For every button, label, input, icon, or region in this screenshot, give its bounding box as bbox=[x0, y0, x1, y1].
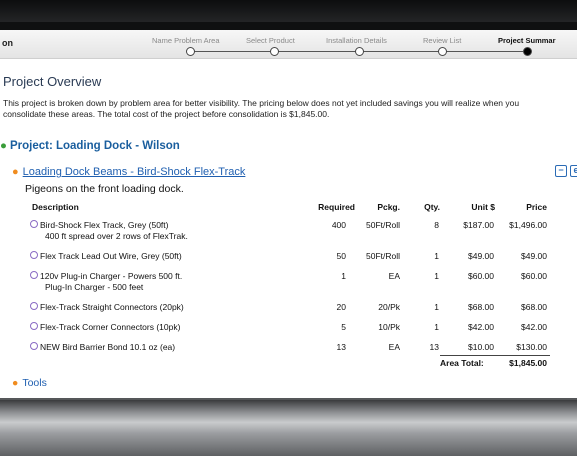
step-review-list[interactable]: Review List bbox=[423, 36, 461, 45]
radio-icon bbox=[30, 322, 38, 330]
cell-required: 20 bbox=[336, 302, 346, 312]
step-marker-4 bbox=[438, 47, 447, 56]
intro-paragraph: This project is broken down by problem a… bbox=[3, 98, 520, 119]
laptop-base bbox=[0, 400, 577, 456]
wizard-progress-bar: on Name Problem Area Select Product Inst… bbox=[0, 30, 577, 59]
laptop-screen: on Name Problem Area Select Product Inst… bbox=[0, 30, 577, 400]
cell-unit: $187.00 bbox=[463, 220, 494, 230]
cell-pckg: EA bbox=[388, 342, 400, 352]
problem-area-link[interactable]: Loading Dock Beams - Bird-Shock Flex-Tra… bbox=[23, 166, 246, 178]
radio-icon bbox=[30, 220, 38, 228]
cell-unit: $60.00 bbox=[468, 271, 494, 281]
cell-unit: $49.00 bbox=[468, 251, 494, 261]
step-marker-3 bbox=[355, 47, 364, 56]
table-row-description[interactable]: Flex Track Lead Out Wire, Grey (50ft) bbox=[30, 251, 182, 261]
brand-text: on bbox=[2, 38, 13, 48]
cell-unit: $68.00 bbox=[468, 302, 494, 312]
cell-pckg: EA bbox=[388, 271, 400, 281]
step-marker-2 bbox=[270, 47, 279, 56]
table-row-description[interactable]: Flex-Track Straight Connectors (20pk) bbox=[30, 302, 184, 312]
cell-required: 1 bbox=[341, 271, 346, 281]
cell-price: $68.00 bbox=[521, 302, 547, 312]
tools-item[interactable]: ● Tools bbox=[12, 377, 47, 389]
radio-icon bbox=[30, 302, 38, 310]
table-row-description[interactable]: NEW Bird Barrier Bond 10.1 oz (ea) bbox=[30, 342, 175, 352]
cell-qty: 13 bbox=[429, 342, 439, 352]
radio-icon bbox=[30, 251, 38, 259]
cell-qty: 1 bbox=[434, 322, 439, 332]
row-detail: Plug-In Charger - 500 feet bbox=[45, 282, 144, 292]
row-detail: 400 ft spread over 2 rows of FlexTrak. bbox=[45, 231, 188, 241]
cell-unit: $42.00 bbox=[468, 322, 494, 332]
edit-icon[interactable]: e bbox=[570, 165, 577, 177]
cell-unit: $10.00 bbox=[468, 342, 494, 352]
area-note: Pigeons on the front loading dock. bbox=[25, 183, 184, 195]
cell-qty: 1 bbox=[434, 302, 439, 312]
radio-icon bbox=[30, 271, 38, 279]
cell-qty: 8 bbox=[434, 220, 439, 230]
cell-required: 5 bbox=[341, 322, 346, 332]
cell-required: 13 bbox=[336, 342, 346, 352]
col-header-unit: Unit $ bbox=[471, 202, 495, 212]
project-title: Project: Loading Dock - Wilson bbox=[9, 140, 180, 152]
area-total-value: $1,845.00 bbox=[509, 358, 547, 368]
green-bullet-icon: ● bbox=[0, 140, 7, 152]
col-header-price: Price bbox=[526, 202, 547, 212]
cell-qty: 1 bbox=[434, 271, 439, 281]
cell-pckg: 20/Pk bbox=[378, 302, 400, 312]
step-installation-details[interactable]: Installation Details bbox=[326, 36, 387, 45]
cell-price: $1,496.00 bbox=[509, 220, 547, 230]
orange-bullet-icon: ● bbox=[12, 377, 19, 389]
col-header-required: Required bbox=[318, 202, 355, 212]
cell-pckg: 50Ft/Roll bbox=[365, 220, 400, 230]
area-total-label: Area Total: bbox=[440, 358, 484, 368]
tools-link[interactable]: Tools bbox=[22, 377, 47, 389]
cell-pckg: 10/Pk bbox=[378, 322, 400, 332]
table-row-description[interactable]: Bird-Shock Flex Track, Grey (50ft) bbox=[30, 220, 168, 230]
step-name-problem-area[interactable]: Name Problem Area bbox=[152, 36, 220, 45]
cell-price: $60.00 bbox=[521, 271, 547, 281]
cell-price: $49.00 bbox=[521, 251, 547, 261]
step-marker-1 bbox=[186, 47, 195, 56]
table-row-description[interactable]: 120v Plug-in Charger - Powers 500 ft. bbox=[30, 271, 182, 281]
col-header-description: Description bbox=[32, 202, 79, 212]
step-marker-5-current bbox=[523, 47, 532, 56]
step-project-summary[interactable]: Project Summar bbox=[498, 36, 556, 45]
problem-area-item[interactable]: ● Loading Dock Beams - Bird-Shock Flex-Tr… bbox=[12, 166, 245, 178]
cell-price: $130.00 bbox=[516, 342, 547, 352]
cell-price: $42.00 bbox=[521, 322, 547, 332]
cell-required: 400 bbox=[331, 220, 346, 230]
cell-required: 50 bbox=[336, 251, 346, 261]
total-divider bbox=[440, 355, 550, 356]
table-row-description[interactable]: Flex-Track Corner Connectors (10pk) bbox=[30, 322, 180, 332]
step-select-product[interactable]: Select Product bbox=[246, 36, 295, 45]
orange-bullet-icon: ● bbox=[12, 166, 19, 178]
cell-qty: 1 bbox=[434, 251, 439, 261]
cell-pckg: 50Ft/Roll bbox=[365, 251, 400, 261]
collapse-icon[interactable]: − bbox=[555, 165, 567, 177]
radio-icon bbox=[30, 342, 38, 350]
page-title: Project Overview bbox=[3, 74, 102, 89]
col-header-pckg: Pckg. bbox=[377, 202, 400, 212]
project-heading: ● Project: Loading Dock - Wilson bbox=[0, 140, 180, 152]
col-header-qty: Qty. bbox=[424, 202, 440, 212]
